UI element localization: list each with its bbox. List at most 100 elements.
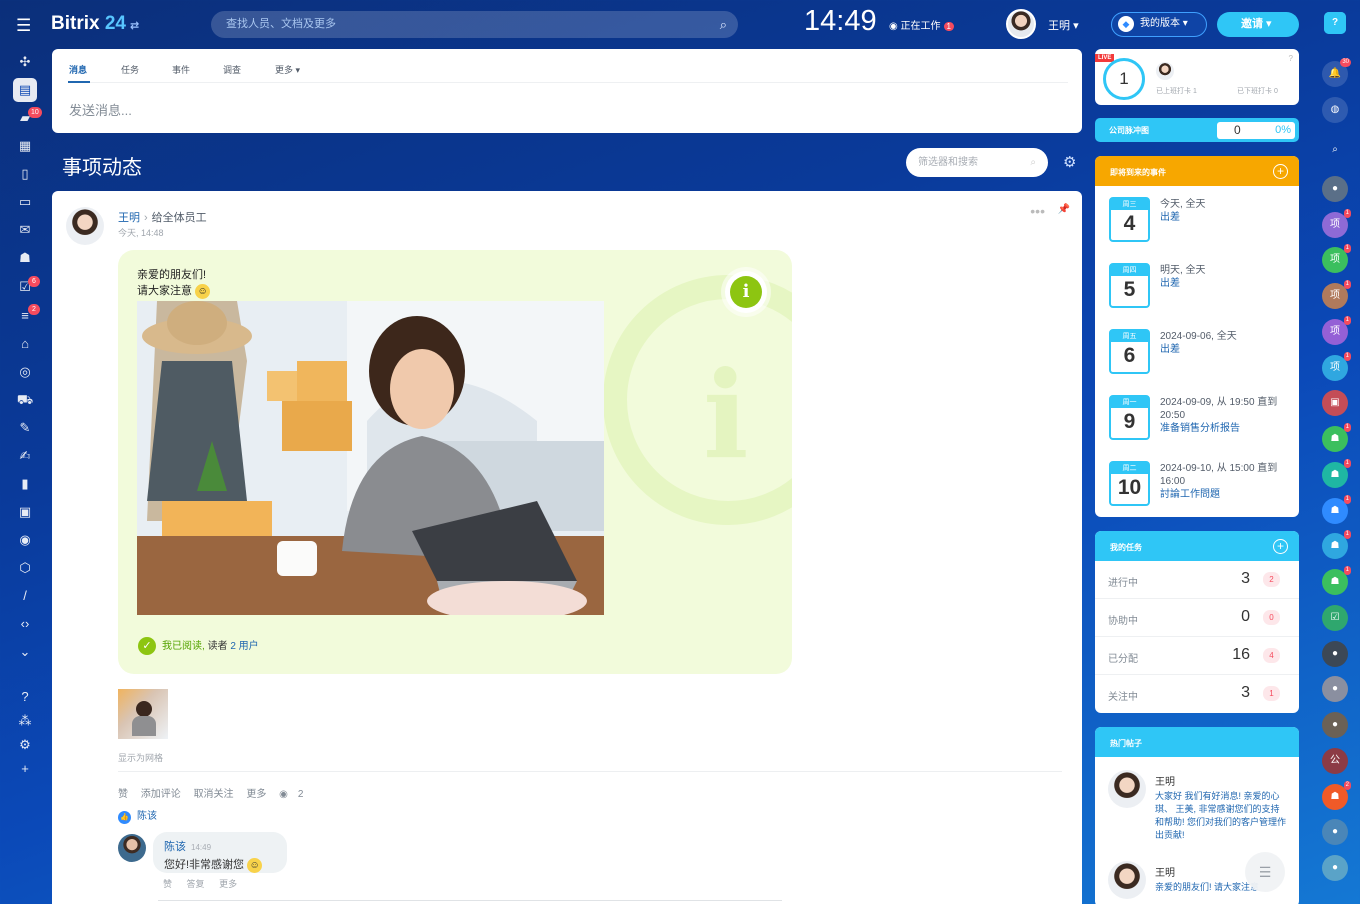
analytics-icon[interactable]: ▮ (15, 474, 35, 494)
comment-avatar[interactable] (118, 834, 146, 862)
post-image[interactable] (137, 301, 604, 615)
add-comment-button[interactable]: 添加评论 (141, 789, 181, 800)
project-chat[interactable]: 项1 (1322, 280, 1351, 309)
group-chat-icon[interactable]: ☗ 2 (1322, 781, 1351, 810)
comment-more-button[interactable]: 更多 (219, 879, 237, 889)
event-item[interactable]: 周二 10 2024-09-10, 从 15:00 直到 16:00 討論工作問題 (1109, 461, 1285, 509)
hot-posts-title[interactable]: 热门帖子 (1110, 739, 1142, 748)
tab-more[interactable]: 更多 ▾ (275, 63, 300, 76)
avatar-chat[interactable]: ● (1322, 819, 1348, 845)
mail-icon[interactable]: ✉ (15, 220, 35, 240)
avatar-chat[interactable]: ● (1322, 641, 1348, 667)
settings-icon[interactable]: ⚙ (15, 735, 35, 755)
timeman-avatar[interactable] (1156, 62, 1174, 80)
author-avatar[interactable] (66, 207, 104, 245)
avatar-chat[interactable]: ● (1322, 855, 1348, 881)
project-chat[interactable]: 项1 (1322, 209, 1351, 238)
automation-icon[interactable]: / (15, 586, 35, 606)
author-link[interactable]: 王明 (118, 212, 140, 224)
task-row[interactable]: 关注中 3 1 (1095, 675, 1299, 713)
search-icon[interactable]: ⌕ (720, 11, 727, 38)
logo[interactable]: Bitrix 24 ⇄ (51, 13, 139, 35)
avatar-chat[interactable]: ● (1322, 676, 1348, 702)
filter-search-input[interactable]: 筛选器和搜索 ⌕ (906, 148, 1048, 177)
tab-poll[interactable]: 调查 (223, 63, 241, 76)
drive-icon[interactable]: ▭ (15, 192, 35, 212)
search-input[interactable]: 查找人员、文档及更多 ⌕ (211, 11, 738, 38)
add-icon[interactable]: + (15, 759, 35, 779)
more-dots-icon[interactable]: ••• (1030, 203, 1045, 219)
task-row[interactable]: 已分配 16 4 (1095, 637, 1299, 675)
readers-count[interactable]: 2 用户 (230, 641, 258, 652)
comment-input-edge[interactable] (158, 900, 782, 901)
event-title[interactable]: 出差 (1160, 277, 1290, 290)
group-chat-icon[interactable]: ☗ 1 (1322, 495, 1351, 524)
message-input[interactable]: 发送消息... (69, 100, 132, 119)
hot-post-avatar[interactable] (1108, 770, 1146, 808)
event-title[interactable]: 出差 (1160, 343, 1290, 356)
user-avatar[interactable] (1006, 9, 1036, 39)
group-chat-icon[interactable]: ☗ 1 (1322, 423, 1351, 452)
tasks-chat-icon[interactable]: ☑ (1322, 605, 1348, 631)
document-icon[interactable]: ▯ (15, 164, 35, 184)
pin-icon[interactable]: 📌 (1058, 204, 1070, 215)
add-event-icon[interactable]: + (1273, 164, 1288, 179)
feed-icon[interactable]: ▤ (13, 78, 37, 102)
image-thumbnail[interactable] (118, 689, 168, 739)
project-chat[interactable]: 项1 (1322, 352, 1351, 381)
store-icon[interactable]: ⬡ (15, 558, 35, 578)
project-chat[interactable]: 项1 (1322, 316, 1351, 345)
recipient[interactable]: 给全体员工 (152, 212, 207, 224)
event-title[interactable]: 討論工作問題 (1160, 488, 1290, 501)
invite-button[interactable]: 邀请 ▾ (1217, 12, 1299, 37)
contact-card-icon[interactable]: ▣ (1322, 390, 1348, 416)
post-time[interactable]: 今天, 14:48 (118, 226, 164, 239)
tab-event[interactable]: 事件 (172, 63, 190, 76)
chat-list-icon[interactable]: ◍ (1322, 97, 1348, 123)
menu-icon[interactable]: ☰ (16, 16, 31, 36)
search-icon[interactable]: ⌕ (1322, 137, 1348, 163)
list-menu-icon[interactable]: ☰ (1245, 852, 1285, 892)
hot-post-avatar[interactable] (1108, 861, 1146, 899)
tab-message[interactable]: 消息 (69, 63, 87, 76)
comment-author[interactable]: 陈该 (164, 841, 186, 853)
timeman-counter[interactable]: 1 (1103, 58, 1145, 100)
robot-icon[interactable]: ◉ (15, 530, 35, 550)
company-icon[interactable]: ⌂ (15, 334, 35, 354)
group-chat-icon[interactable]: ☗ 1 (1322, 459, 1351, 488)
comment-like-button[interactable]: 赞 (163, 879, 172, 889)
event-title[interactable]: 出差 (1160, 211, 1290, 224)
signature-icon[interactable]: ✍ (15, 446, 35, 466)
hot-post-text[interactable]: 大家好 我们有好消息! 亲爱的心琪、 王美, 非常感谢您们的支持和帮助! 您们对… (1155, 790, 1288, 842)
avatar-chat[interactable]: ● (1322, 176, 1348, 202)
swap-icon[interactable]: ⇄ (130, 20, 139, 32)
connections-icon[interactable]: ✣ (15, 52, 35, 72)
bell-icon[interactable]: 🔔 30 (1322, 58, 1351, 87)
developer-icon[interactable]: ‹› (15, 614, 35, 634)
company-chat[interactable]: 公 (1322, 748, 1348, 774)
help-icon[interactable]: ? (1324, 12, 1346, 34)
sitemap-icon[interactable]: ⁂ (15, 711, 35, 731)
target-icon[interactable]: ◎ (15, 362, 35, 382)
like-button[interactable]: 赞 (118, 789, 128, 800)
tab-task[interactable]: 任务 (121, 63, 139, 76)
project-chat[interactable]: 项1 (1322, 244, 1351, 273)
company-pulse[interactable]: 公司脉冲图 0 0% (1095, 118, 1299, 142)
work-status[interactable]: ◉ 正在工作 1 (889, 17, 954, 32)
version-button[interactable]: ◆ 我的版本 ▾ (1111, 12, 1207, 37)
liked-by[interactable]: 👍 陈该 (118, 807, 157, 824)
question-icon[interactable]: ? (1289, 54, 1293, 63)
more-button[interactable]: 更多 (246, 789, 266, 800)
unfollow-button[interactable]: 取消关注 (194, 789, 234, 800)
event-item[interactable]: 周三 4 今天, 全天 出差 (1109, 197, 1285, 245)
more-icon[interactable]: ⌄ (15, 642, 35, 662)
shop-icon[interactable]: ⛟ (15, 390, 35, 410)
user-menu[interactable]: 王明 ▾ (1048, 17, 1079, 33)
sign-icon[interactable]: ✎ (15, 418, 35, 438)
gear-icon[interactable]: ⚙ (1063, 153, 1076, 171)
event-title[interactable]: 准备销售分析报告 (1160, 422, 1290, 435)
read-confirmation[interactable]: ✓ 我已阅读, 读者 2 用户 (138, 637, 259, 656)
event-item[interactable]: 周五 6 2024-09-06, 全天 出差 (1109, 329, 1285, 377)
task-row[interactable]: 协助中 0 0 (1095, 599, 1299, 637)
calendar-icon[interactable]: ▦ (15, 136, 35, 156)
